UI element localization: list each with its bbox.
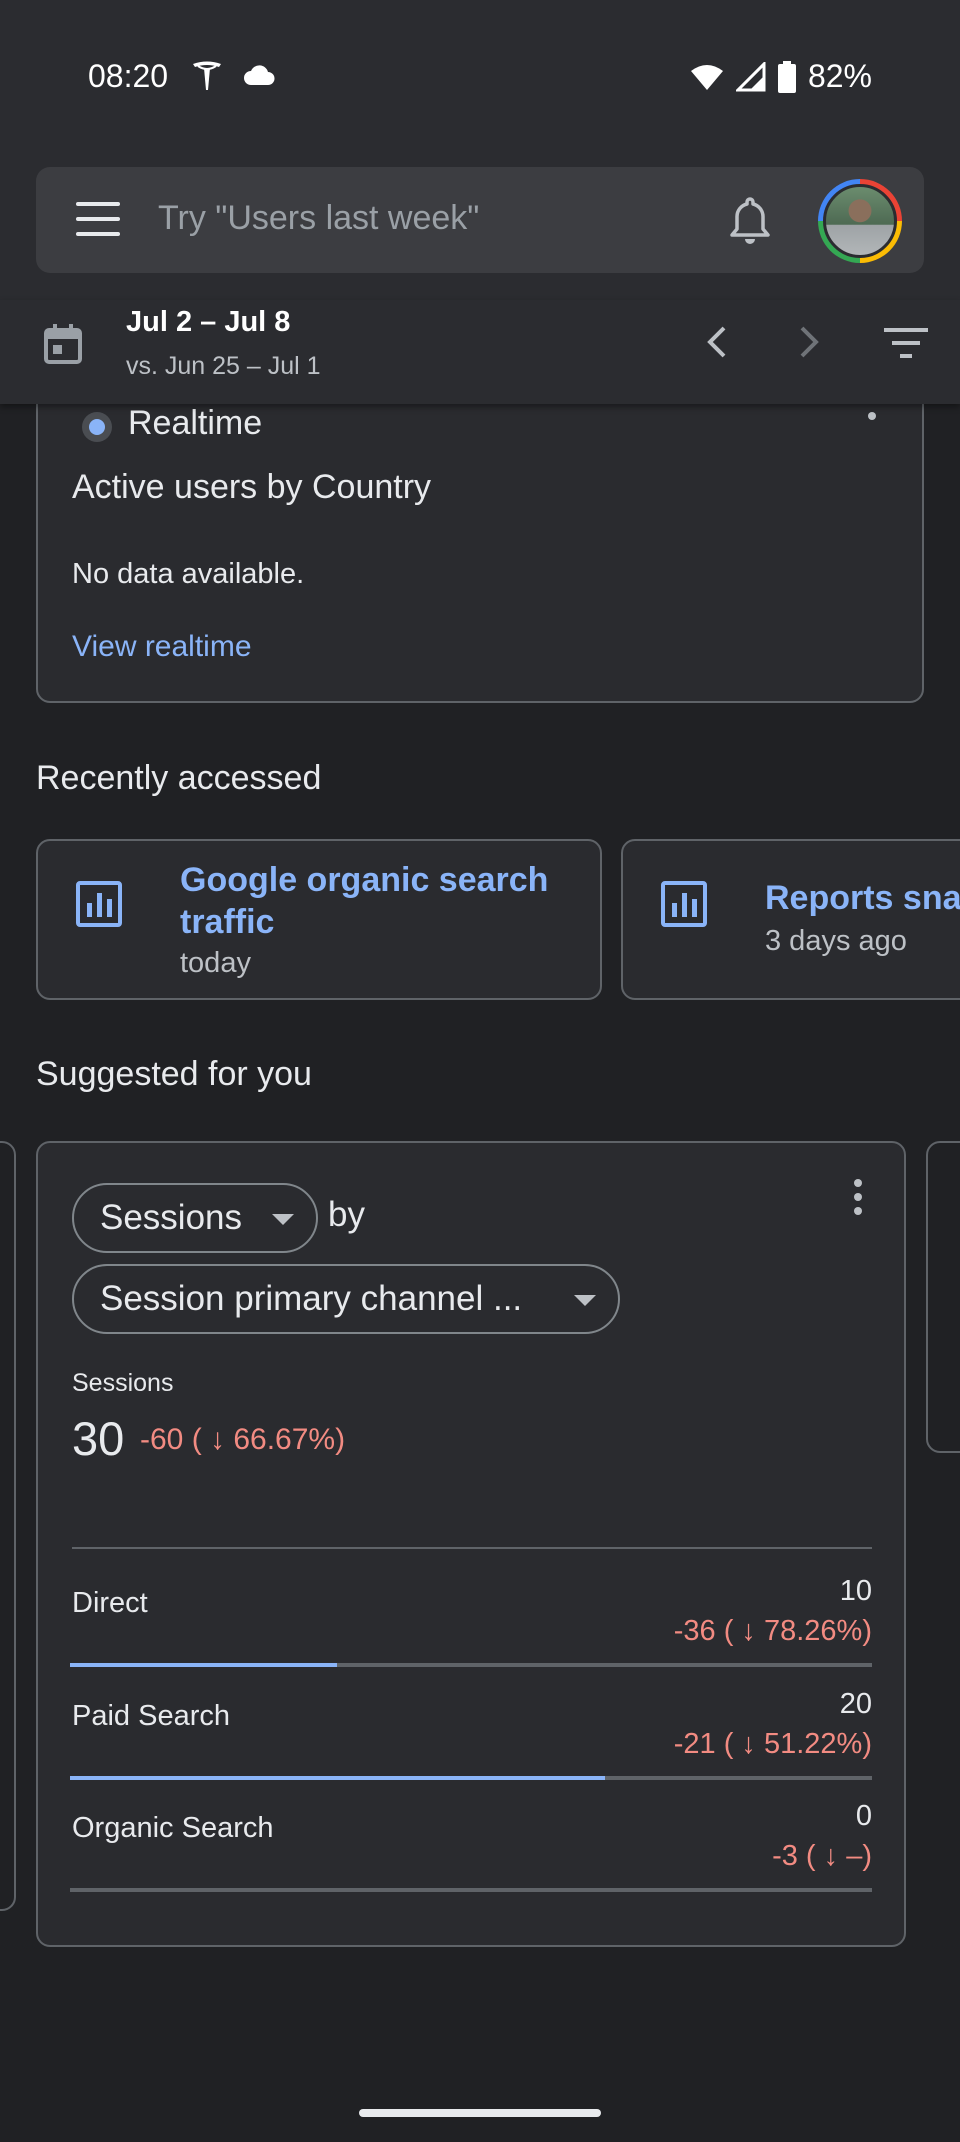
realtime-card: Realtime Active users by Country No data… [36, 360, 924, 703]
next-card-peek[interactable] [926, 1141, 960, 1453]
compare-range-label[interactable]: vs. Jun 25 – Jul 1 [126, 352, 321, 381]
dropdown-arrow-icon [574, 1295, 596, 1306]
metric-label: Sessions [72, 1369, 174, 1397]
calendar-icon[interactable] [44, 324, 82, 364]
channel-bar-track [70, 1888, 872, 1892]
home-indicator[interactable] [359, 2109, 601, 2117]
recent-item-time: 3 days ago [765, 925, 907, 957]
recent-item-card[interactable]: Google organic search traffic today [36, 839, 602, 1000]
metric-change: -60 ( ↓ 66.67%) [140, 1423, 346, 1456]
suggested-card: Sessions by Session primary channel ... … [36, 1141, 906, 1947]
suggested-heading: Suggested for you [36, 1055, 312, 1093]
account-avatar[interactable] [818, 179, 902, 263]
metric-total: 30 [72, 1412, 125, 1465]
channel-value: 10 [839, 1575, 872, 1607]
recent-item-title-line2: traffic [180, 903, 275, 941]
dimension-dropdown[interactable]: Session primary channel ... [72, 1264, 620, 1334]
date-range-bar: Jul 2 – Jul 8 vs. Jun 25 – Jul 1 [0, 300, 960, 404]
notifications-bell-icon[interactable] [726, 195, 774, 247]
battery-percent: 82% [807, 58, 872, 94]
status-bar: 08:20 82% [0, 0, 960, 150]
search-bar[interactable]: Try "Users last week" [36, 167, 924, 273]
metric-dropdown-label: Sessions [100, 1198, 243, 1237]
previous-card-peek[interactable] [0, 1141, 16, 1911]
dimension-dropdown-label: Session primary channel ... [100, 1279, 523, 1318]
dropdown-arrow-icon [272, 1214, 294, 1225]
report-chart-icon [76, 881, 122, 927]
channel-row: Direct 10 -36 ( ↓ 78.26%) [70, 1561, 872, 1673]
status-time: 08:20 [88, 58, 169, 94]
metric-dropdown[interactable]: Sessions [72, 1183, 318, 1253]
channel-value: 0 [855, 1800, 872, 1832]
realtime-card-title: Active users by Country [72, 468, 432, 506]
filter-icon[interactable] [884, 326, 928, 360]
channel-row: Paid Search 20 -21 ( ↓ 51.22%) [70, 1674, 872, 1786]
channel-bar-track [70, 1663, 872, 1667]
cloud-icon [244, 65, 275, 85]
channel-change: -36 ( ↓ 78.26%) [673, 1615, 872, 1647]
chevron-left-icon[interactable] [700, 322, 736, 362]
menu-icon[interactable] [76, 202, 120, 238]
channel-row: Organic Search 0 -3 ( ↓ –) [70, 1786, 872, 1898]
tesla-icon [193, 61, 221, 90]
report-chart-icon [661, 881, 707, 927]
channel-label: Paid Search [72, 1700, 230, 1732]
wifi-icon [690, 64, 723, 90]
channel-bar-track [70, 1776, 872, 1780]
chevron-right-icon[interactable] [790, 322, 826, 362]
channel-bar-fill [70, 1776, 605, 1780]
channel-bar-fill [70, 1663, 338, 1667]
recent-item-title: Reports sna [765, 879, 960, 917]
channel-value: 20 [839, 1688, 872, 1720]
recent-item-card[interactable]: Reports sna 3 days ago [621, 839, 960, 1000]
top-app-bar: Try "Users last week" [0, 150, 960, 300]
channel-label: Organic Search [72, 1812, 274, 1844]
more-vert-icon[interactable] [854, 1179, 862, 1215]
more-options-icon[interactable] [868, 412, 876, 420]
date-range-label[interactable]: Jul 2 – Jul 8 [126, 306, 290, 339]
channel-change: -3 ( ↓ –) [772, 1840, 872, 1872]
by-label: by [328, 1195, 365, 1234]
channel-change: -21 ( ↓ 51.22%) [673, 1728, 872, 1760]
cell-signal-icon [735, 61, 766, 91]
battery-icon [777, 60, 796, 93]
channel-label: Direct [72, 1587, 148, 1619]
recently-accessed-heading: Recently accessed [36, 759, 322, 797]
realtime-indicator-icon [82, 412, 112, 442]
realtime-label: Realtime [128, 404, 263, 442]
view-realtime-link[interactable]: View realtime [72, 630, 252, 664]
divider [72, 1547, 872, 1549]
recent-item-title: Google organic search [180, 861, 549, 899]
search-input[interactable]: Try "Users last week" [158, 199, 479, 238]
recent-item-time: today [180, 947, 251, 979]
empty-state-text: No data available. [72, 558, 305, 590]
avatar-photo [823, 184, 897, 258]
